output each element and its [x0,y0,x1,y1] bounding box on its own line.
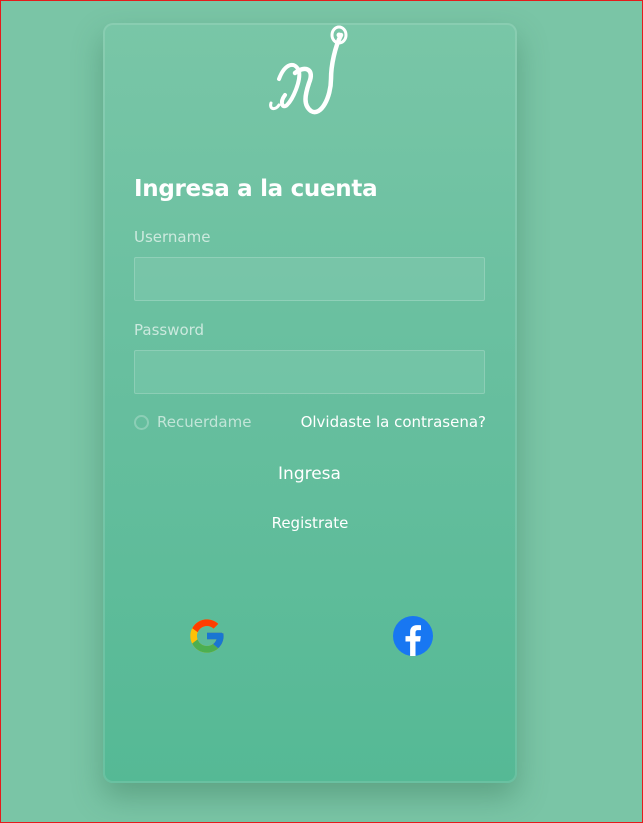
register-link[interactable]: Registrate [103,514,517,532]
username-input[interactable] [134,257,485,301]
facebook-icon[interactable] [393,616,433,656]
google-icon[interactable] [187,616,227,656]
page-title: Ingresa a la cuenta [134,176,378,202]
forgot-password-link[interactable]: Olvidaste la contrasena? [301,413,486,431]
remember-me-label: Recuerdame [157,413,252,431]
password-label: Password [134,321,205,339]
login-button[interactable]: Ingresa [134,457,485,491]
remember-me-radio[interactable] [134,414,149,430]
login-card: Ingresa a la cuenta Username Password Re… [103,23,517,783]
username-label: Username [134,228,211,246]
remember-me-option[interactable]: Recuerdame [134,413,251,431]
password-input[interactable] [134,350,485,394]
brand-logo-icon [269,25,348,115]
